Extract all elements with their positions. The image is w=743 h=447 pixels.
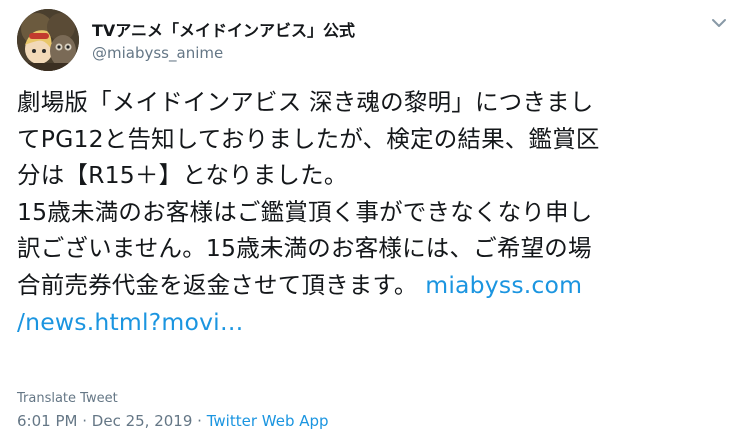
tweet-link-part: miabyss.com xyxy=(425,270,583,299)
user-handle[interactable]: @miabyss_anime xyxy=(92,44,223,62)
tweet-date[interactable]: Dec 25, 2019 xyxy=(92,412,193,430)
tweet-text-line: 合前売券代金を返金させて頂きます。 xyxy=(17,270,426,299)
tweet-text-line: てPG12と告知しておりましたが、検定の結果、鑑賞区 xyxy=(17,124,600,153)
tweet-link-part: /news.html?movi… xyxy=(17,307,244,336)
meta-separator: · xyxy=(82,412,88,430)
avatar[interactable] xyxy=(17,9,79,71)
meta-separator: · xyxy=(197,412,202,430)
display-name[interactable]: TVアニメ「メイドインアビス」公式 xyxy=(92,17,355,41)
tweet-time[interactable]: 6:01 PM xyxy=(17,412,77,430)
tweet-text-line: 劇場版「メイドインアビス 深き魂の黎明」につきまし xyxy=(17,88,594,116)
tweet-menu-button[interactable] xyxy=(708,14,730,32)
tweet-text-line: 15歳未満のお客様はご鑑賞頂く事ができなくなり申し xyxy=(17,197,593,226)
translate-tweet-link[interactable]: Translate Tweet xyxy=(17,391,118,406)
tweet-meta: 6:01 PM · Dec 25, 2019 · Twitter Web App xyxy=(17,412,329,430)
tweet-text: 劇場版「メイドインアビス 深き魂の黎明」につきまし てPG12と告知しておりまし… xyxy=(17,84,729,340)
tweet-card: TVアニメ「メイドインアビス」公式 @miabyss_anime 劇場版「メイド… xyxy=(0,0,743,447)
tweet-text-line: 分は【R15＋】となりました。 xyxy=(17,161,348,190)
tweet-source-link[interactable]: Twitter Web App xyxy=(207,412,329,430)
chevron-down-icon xyxy=(712,19,726,27)
tweet-text-line: 訳ございません。15歳未満のお客様には、ご希望の場 xyxy=(17,234,592,263)
avatar-illustration xyxy=(17,9,79,71)
